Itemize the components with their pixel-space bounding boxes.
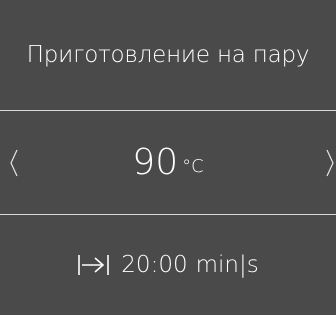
duration-row[interactable]: 20:00 min|s: [0, 215, 336, 315]
duration-value: 20:00: [121, 252, 188, 278]
temperature-value: 90: [132, 141, 179, 183]
chevron-right-icon: [326, 149, 334, 176]
temperature-row[interactable]: 90 °C: [0, 111, 336, 214]
duration-arrow-icon: [77, 252, 111, 278]
next-temperature-button[interactable]: [316, 111, 336, 214]
program-title-row[interactable]: Приготовление на пару: [0, 0, 336, 110]
temperature-unit: °C: [182, 155, 204, 177]
program-title: Приготовление на пару: [26, 42, 310, 68]
oven-display: Приготовление на пару 90 °C 20:00 min|s: [0, 0, 336, 315]
duration-unit: min|s: [195, 252, 259, 278]
